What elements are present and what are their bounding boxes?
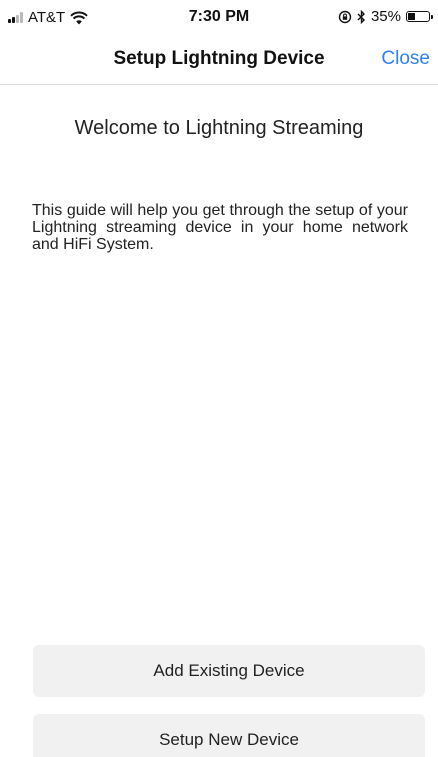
close-button[interactable]: Close xyxy=(381,48,430,70)
app-screen: AT&T 7:30 PM 35% Setup Lightning Device … xyxy=(0,0,438,757)
add-existing-device-button[interactable]: Add Existing Device xyxy=(33,645,425,697)
battery-fill xyxy=(408,13,415,20)
battery-icon xyxy=(406,11,433,22)
status-bar: AT&T 7:30 PM 35% xyxy=(0,0,438,34)
status-right: 35% xyxy=(338,8,433,25)
setup-new-device-button[interactable]: Setup New Device xyxy=(33,714,425,757)
bluetooth-icon xyxy=(357,9,365,24)
nav-bar: Setup Lightning Device Close xyxy=(0,34,438,85)
orientation-lock-icon xyxy=(338,10,352,23)
battery-percent: 35% xyxy=(370,8,401,25)
page-title: Setup Lightning Device xyxy=(113,48,325,69)
welcome-heading: Welcome to Lightning Streaming xyxy=(74,117,364,139)
guide-text: This guide will help you get through the… xyxy=(32,202,408,253)
